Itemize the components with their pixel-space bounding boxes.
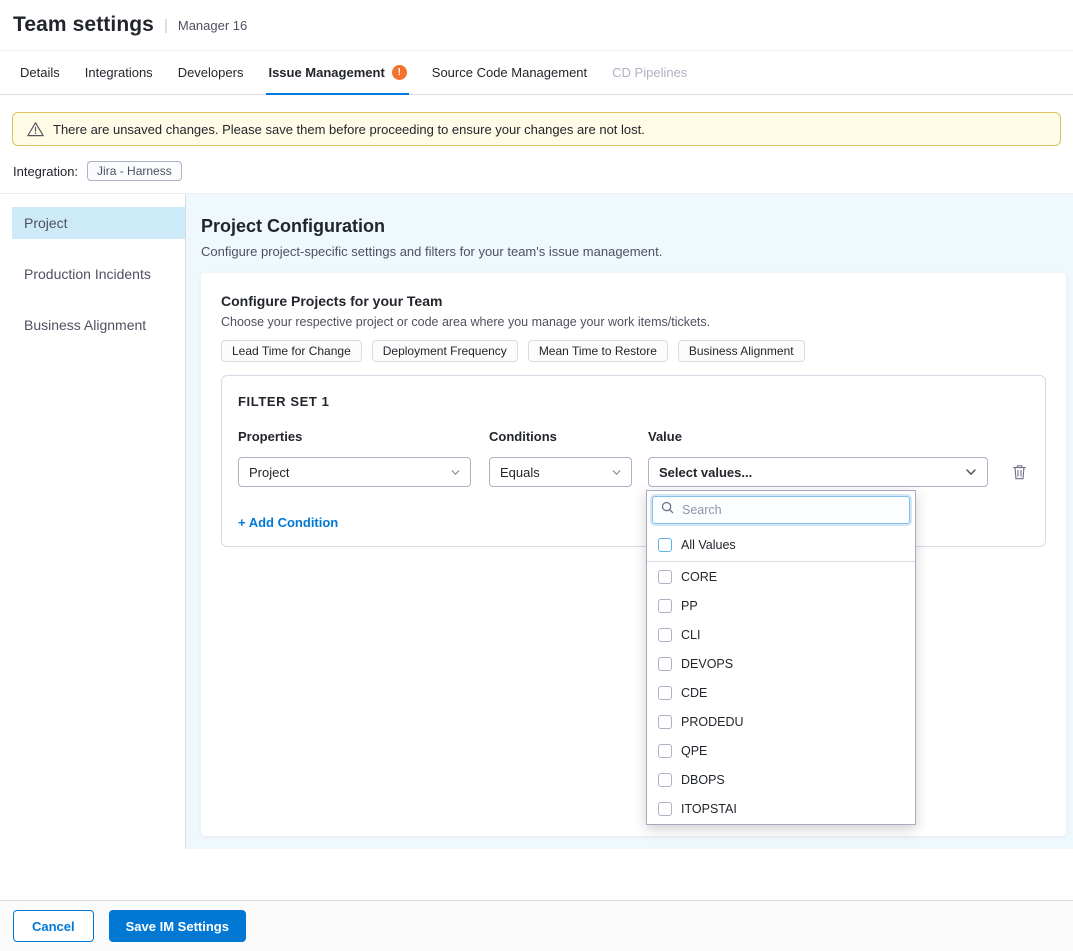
main-panel: Project Configuration Configure project-… bbox=[186, 194, 1073, 849]
unsaved-changes-banner: There are unsaved changes. Please save t… bbox=[12, 112, 1061, 146]
option-label: PP bbox=[681, 599, 698, 613]
warning-icon bbox=[27, 121, 44, 137]
tab-bar: Details Integrations Developers Issue Ma… bbox=[0, 51, 1073, 95]
tab-details-label: Details bbox=[20, 65, 60, 80]
tab-cd-pipelines: CD Pipelines bbox=[610, 51, 689, 94]
option-all-values[interactable]: All Values bbox=[647, 529, 915, 562]
option-checkbox[interactable] bbox=[658, 657, 672, 671]
properties-column-header: Properties bbox=[238, 429, 471, 444]
sidebar-item-business-alignment[interactable]: Business Alignment bbox=[12, 309, 185, 341]
value-multiselect[interactable]: Select values... bbox=[648, 457, 988, 487]
option-checkbox[interactable] bbox=[658, 715, 672, 729]
cancel-button[interactable]: Cancel bbox=[13, 910, 94, 942]
option-label: CDE bbox=[681, 686, 707, 700]
tab-developers-label: Developers bbox=[178, 65, 244, 80]
sidebar-item-project[interactable]: Project bbox=[12, 207, 185, 239]
value-column-header: Value bbox=[648, 429, 988, 444]
option-checkbox[interactable] bbox=[658, 686, 672, 700]
filter-condition-row: Project Equals Select valu bbox=[238, 457, 1029, 487]
conditions-select[interactable]: Equals bbox=[489, 457, 632, 487]
tab-issue-management-label: Issue Management bbox=[268, 65, 384, 80]
page-title: Team settings bbox=[13, 13, 154, 37]
option-dbops[interactable]: DBOPS bbox=[647, 765, 915, 794]
option-cli[interactable]: CLI bbox=[647, 620, 915, 649]
tab-integrations-label: Integrations bbox=[85, 65, 153, 80]
search-icon bbox=[661, 501, 674, 519]
configure-projects-card: Configure Projects for your Team Choose … bbox=[201, 273, 1066, 836]
title-divider: | bbox=[164, 17, 168, 34]
chevron-down-icon bbox=[964, 465, 978, 479]
tab-integrations[interactable]: Integrations bbox=[83, 51, 155, 94]
option-checkbox[interactable] bbox=[658, 570, 672, 584]
banner-container: There are unsaved changes. Please save t… bbox=[0, 95, 1073, 146]
delete-condition-button[interactable] bbox=[1010, 462, 1029, 482]
page-subtitle: Manager 16 bbox=[178, 18, 247, 33]
card-subtitle: Choose your respective project or code a… bbox=[221, 315, 1046, 329]
tab-developers[interactable]: Developers bbox=[176, 51, 246, 94]
conditions-column-header: Conditions bbox=[489, 429, 632, 444]
filter-set-title: FILTER SET 1 bbox=[238, 394, 1029, 409]
chip-mean-time-to-restore[interactable]: Mean Time to Restore bbox=[528, 340, 668, 362]
properties-select-value: Project bbox=[249, 465, 289, 480]
value-select-placeholder: Select values... bbox=[659, 465, 752, 480]
chip-deployment-frequency[interactable]: Deployment Frequency bbox=[372, 340, 518, 362]
option-pp[interactable]: PP bbox=[647, 591, 915, 620]
option-checkbox[interactable] bbox=[658, 802, 672, 816]
dropdown-search-box bbox=[652, 496, 910, 524]
option-core[interactable]: CORE bbox=[647, 562, 915, 591]
trash-icon bbox=[1012, 464, 1027, 480]
value-select-dropdown: All Values CORE PP CLI DEVOPS CDE PRODED… bbox=[646, 490, 916, 825]
unsaved-changes-badge-icon: ! bbox=[392, 65, 407, 80]
footer-action-bar: Cancel Save IM Settings bbox=[0, 900, 1073, 951]
option-label: CLI bbox=[681, 628, 700, 642]
option-label: QPE bbox=[681, 744, 707, 758]
settings-sidebar: Project Production Incidents Business Al… bbox=[0, 194, 186, 849]
option-checkbox[interactable] bbox=[658, 744, 672, 758]
option-checkbox[interactable] bbox=[658, 628, 672, 642]
properties-select[interactable]: Project bbox=[238, 457, 471, 487]
dropdown-options-list: CORE PP CLI DEVOPS CDE PRODEDU QPE DBOPS… bbox=[647, 562, 915, 825]
filter-column-headers: Properties Conditions Value bbox=[238, 429, 1029, 444]
dropdown-search-input[interactable] bbox=[680, 502, 901, 518]
sidebar-item-production-incidents[interactable]: Production Incidents bbox=[12, 258, 185, 290]
tab-cd-pipelines-label: CD Pipelines bbox=[612, 65, 687, 80]
tab-details[interactable]: Details bbox=[18, 51, 62, 94]
integration-row: Integration: Jira - Harness bbox=[0, 146, 1073, 194]
tab-source-code-management[interactable]: Source Code Management bbox=[430, 51, 589, 94]
chevron-down-icon bbox=[450, 467, 461, 478]
section-title: Project Configuration bbox=[201, 216, 1066, 237]
page-header: Team settings | Manager 16 bbox=[0, 0, 1073, 51]
section-subtitle: Configure project-specific settings and … bbox=[201, 244, 1066, 259]
option-qpe[interactable]: QPE bbox=[647, 736, 915, 765]
option-label: DBOPS bbox=[681, 773, 725, 787]
integration-chip: Jira - Harness bbox=[87, 161, 182, 181]
metric-chips: Lead Time for Change Deployment Frequenc… bbox=[221, 340, 1046, 362]
all-values-checkbox[interactable] bbox=[658, 538, 672, 552]
tab-scm-label: Source Code Management bbox=[432, 65, 587, 80]
chip-lead-time-for-change[interactable]: Lead Time for Change bbox=[221, 340, 362, 362]
option-checkbox[interactable] bbox=[658, 773, 672, 787]
add-condition-button[interactable]: + Add Condition bbox=[238, 515, 338, 530]
option-label: PRODEDU bbox=[681, 715, 744, 729]
option-itopstai[interactable]: ITOPSTAI bbox=[647, 794, 915, 823]
tab-issue-management[interactable]: Issue Management ! bbox=[266, 51, 408, 94]
all-values-label: All Values bbox=[681, 538, 736, 552]
option-label: CORE bbox=[681, 570, 717, 584]
option-checkbox[interactable] bbox=[658, 599, 672, 613]
chevron-down-icon bbox=[611, 467, 622, 478]
filter-set-1: FILTER SET 1 Properties Conditions Value… bbox=[221, 375, 1046, 547]
option-devops[interactable]: DEVOPS bbox=[647, 649, 915, 678]
integration-label: Integration: bbox=[13, 164, 78, 179]
save-im-settings-button[interactable]: Save IM Settings bbox=[109, 910, 246, 942]
option-cde[interactable]: CDE bbox=[647, 678, 915, 707]
chip-business-alignment[interactable]: Business Alignment bbox=[678, 340, 805, 362]
conditions-select-value: Equals bbox=[500, 465, 540, 480]
banner-text: There are unsaved changes. Please save t… bbox=[53, 122, 645, 137]
team-settings-page: Team settings | Manager 16 Details Integ… bbox=[0, 0, 1073, 951]
option-prodedu[interactable]: PRODEDU bbox=[647, 707, 915, 736]
option-label: DEVOPS bbox=[681, 657, 733, 671]
card-title: Configure Projects for your Team bbox=[221, 293, 1046, 309]
option-label: ITOPSTAI bbox=[681, 802, 737, 816]
option-pipe[interactable]: PIPE bbox=[647, 823, 915, 825]
